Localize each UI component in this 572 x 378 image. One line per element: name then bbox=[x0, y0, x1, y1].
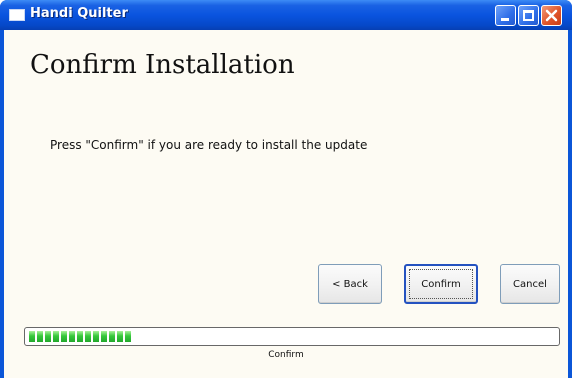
window-client-area: Confirm Installation Press "Confirm" if … bbox=[4, 30, 568, 378]
minimize-button[interactable] bbox=[495, 5, 516, 26]
progress-segment bbox=[101, 331, 107, 342]
progress-segment bbox=[85, 331, 91, 342]
back-button[interactable]: < Back bbox=[318, 264, 382, 304]
progress-segment bbox=[53, 331, 59, 342]
progress-fill bbox=[29, 331, 131, 342]
progress-segment bbox=[61, 331, 67, 342]
progress-segment bbox=[69, 331, 75, 342]
progress-segment bbox=[109, 331, 115, 342]
progress-segment bbox=[117, 331, 123, 342]
minimize-icon bbox=[501, 18, 509, 21]
page-title: Confirm Installation bbox=[30, 50, 295, 80]
cancel-button[interactable]: Cancel bbox=[500, 264, 560, 304]
progress-segment bbox=[29, 331, 35, 342]
confirm-button-label: Confirm bbox=[409, 269, 473, 299]
progress-bar bbox=[24, 327, 560, 346]
progress-segment bbox=[77, 331, 83, 342]
progress-segment bbox=[45, 331, 51, 342]
close-button[interactable] bbox=[541, 5, 562, 26]
maximize-icon bbox=[523, 10, 534, 21]
progress-segment bbox=[37, 331, 43, 342]
progress-segment bbox=[93, 331, 99, 342]
app-icon bbox=[9, 9, 25, 21]
window-title: Handi Quilter bbox=[30, 6, 128, 21]
progress-segment bbox=[125, 331, 131, 342]
confirm-button[interactable]: Confirm bbox=[404, 264, 478, 304]
title-bar[interactable]: Handi Quilter bbox=[0, 0, 572, 30]
close-icon bbox=[545, 9, 558, 22]
maximize-button[interactable] bbox=[518, 5, 539, 26]
installer-window: Handi Quilter Confirm Installation Press… bbox=[0, 0, 572, 378]
instruction-text: Press "Confirm" if you are ready to inst… bbox=[50, 138, 368, 152]
progress-status-label: Confirm bbox=[268, 350, 304, 360]
